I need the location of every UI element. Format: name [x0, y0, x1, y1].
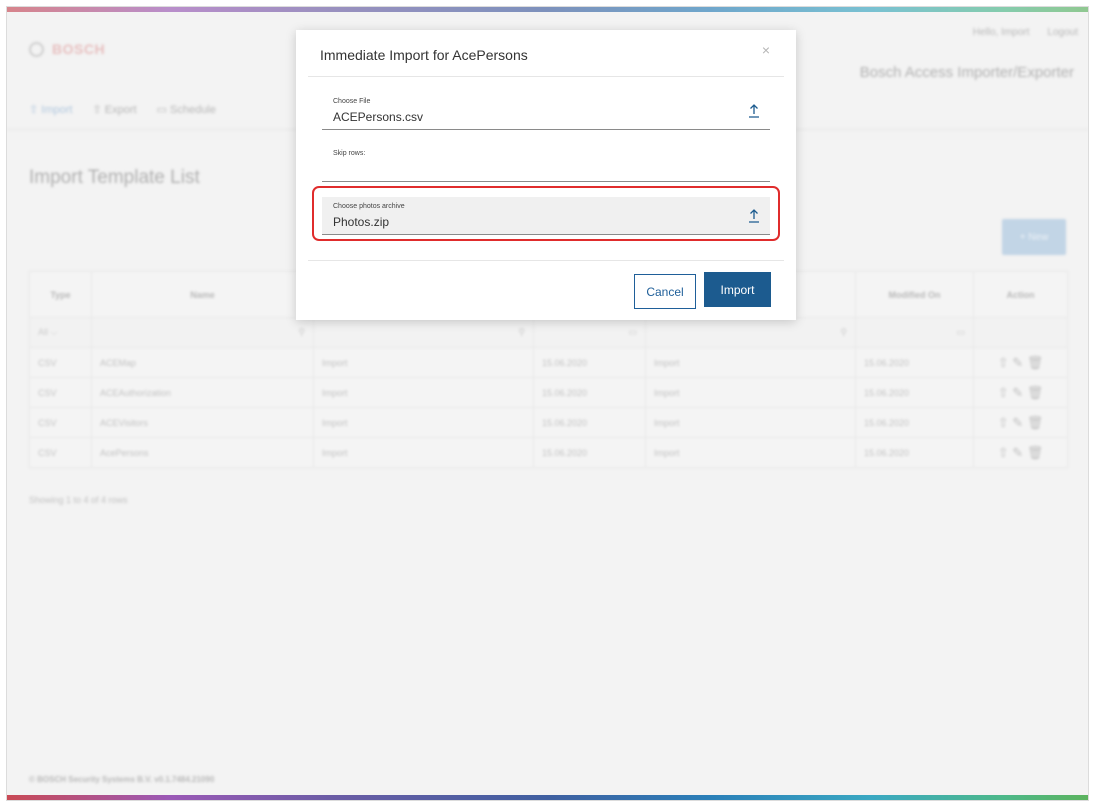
dialog-header-divider — [308, 76, 784, 77]
brand-stripe-bottom — [7, 795, 1088, 800]
dialog-title: Immediate Import for AcePersons — [320, 47, 528, 63]
dialog-footer-divider — [308, 260, 784, 261]
skip-rows-label: Skip rows: — [333, 150, 366, 157]
cancel-button[interactable]: Cancel — [634, 274, 696, 309]
skip-rows-field[interactable]: Skip rows: — [322, 144, 770, 182]
choose-file-value: ACEPersons.csv — [333, 110, 424, 124]
highlight-annotation — [312, 186, 780, 241]
close-icon[interactable]: × — [762, 42, 770, 58]
upload-icon[interactable] — [748, 104, 760, 118]
choose-file-field[interactable]: Choose File ACEPersons.csv — [322, 92, 770, 130]
import-dialog: Immediate Import for AcePersons × Choose… — [296, 30, 796, 320]
import-button[interactable]: Import — [704, 272, 771, 307]
choose-file-label: Choose File — [333, 98, 371, 105]
